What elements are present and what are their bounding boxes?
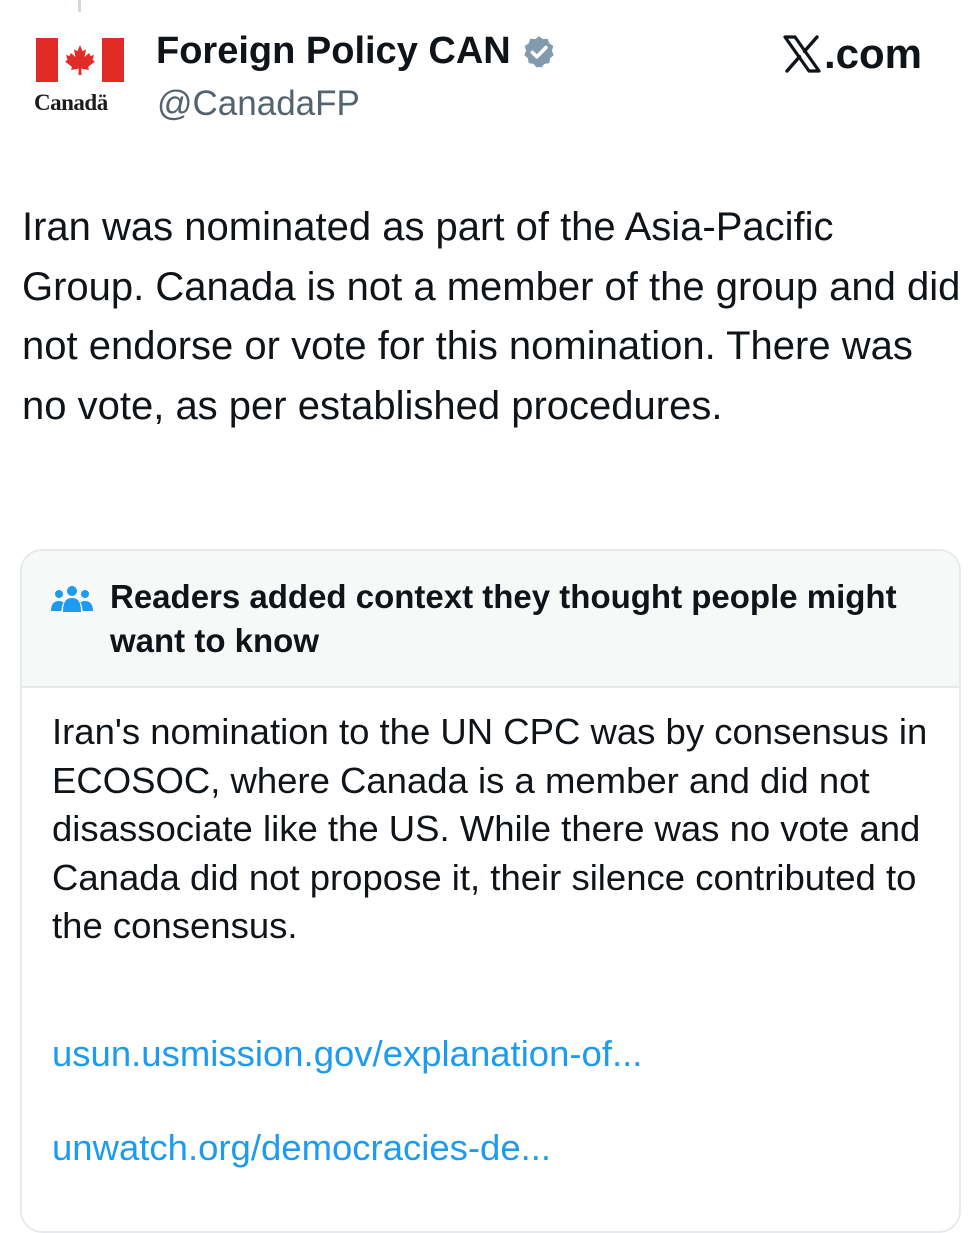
canada-flag-icon: [36, 38, 124, 82]
maple-leaf-icon: [65, 45, 95, 75]
avatar[interactable]: Canadä: [30, 38, 130, 122]
display-name[interactable]: Foreign Policy CAN: [156, 30, 557, 73]
note-source-link[interactable]: usun.usmission.gov/explanation-of...: [52, 1030, 642, 1078]
tweet-header: Canadä Foreign Policy CAN @CanadaFP .com: [0, 0, 978, 150]
community-note-body: Iran's nomination to the UN CPC was by c…: [52, 711, 928, 946]
avatar-wordmark: Canadä: [34, 90, 108, 115]
site-watermark-label: .com: [823, 30, 922, 77]
tweet-text: Iran was nominated as part of the Asia-P…: [22, 205, 961, 428]
verified-badge-icon: [524, 35, 554, 67]
x-logo-icon: [783, 35, 821, 73]
display-name-label: Foreign Policy CAN: [156, 30, 511, 72]
note-source-link[interactable]: unwatch.org/democracies-de...: [52, 1124, 551, 1172]
account-handle[interactable]: @CanadaFP: [157, 84, 360, 124]
community-note-title: Readers added context they thought peopl…: [110, 578, 897, 659]
community-note: Readers added context they thought peopl…: [20, 549, 961, 1233]
people-icon: [51, 586, 93, 612]
site-watermark: .com: [782, 30, 922, 78]
community-note-header: Readers added context they thought peopl…: [22, 551, 959, 688]
